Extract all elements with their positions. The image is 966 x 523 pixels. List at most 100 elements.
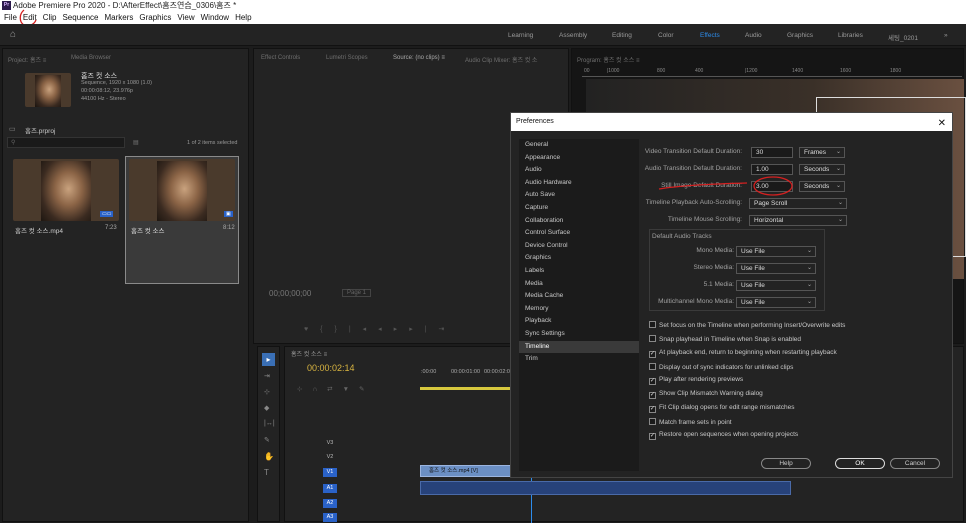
checkbox-box[interactable] [649,335,656,342]
workspace-tab-effects[interactable]: Effects [700,32,720,39]
menu-clip[interactable]: Clip [43,12,57,24]
cancel-button[interactable]: Cancel [890,458,940,469]
audio-clip-mixer-tab[interactable]: Audio Clip Mixer: 홈즈 컷 소 [465,55,537,64]
stereo-media-select[interactable]: Use File ⌄ [736,263,816,274]
help-button[interactable]: Help [761,458,811,469]
workspace-tab-learning[interactable]: Learning [508,32,533,39]
menu-markers[interactable]: Markers [105,12,134,24]
page-dropdown[interactable]: Page 1 [342,289,372,297]
checkmark-icon[interactable]: ✓ [649,433,656,440]
audio-transition-unit-select[interactable]: Seconds ⌄ [799,164,845,175]
category-audio-hardware[interactable]: Audio Hardware [519,177,639,190]
checkbox-restore-sequences[interactable]: ✓ Restore open sequences when opening pro… [649,431,798,440]
category-capture[interactable]: Capture [519,202,639,215]
menu-graphics[interactable]: Graphics [139,12,171,24]
type-tool-icon[interactable]: T [264,468,269,477]
workspace-tab-editing[interactable]: Editing [612,32,632,39]
workspace-tab-assembly[interactable]: Assembly [559,32,587,39]
source-timecode[interactable]: 00;00;00;00 [269,289,311,298]
multichannel-mono-select[interactable]: Use File ⌄ [736,297,816,308]
category-media-cache[interactable]: Media Cache [519,290,639,303]
category-media[interactable]: Media [519,278,639,291]
checkmark-icon[interactable]: ✓ [649,351,656,358]
track-label-v1[interactable]: V1 [323,468,337,477]
checkbox-box[interactable] [649,418,656,425]
close-icon[interactable]: ✕ [938,115,946,133]
category-appearance[interactable]: Appearance [519,152,639,165]
category-trim[interactable]: Trim [519,353,639,366]
track-select-tool-icon[interactable]: ⇥ [264,372,270,380]
workspace-tab-audio[interactable]: Audio [745,32,762,39]
category-general[interactable]: General [519,139,639,152]
category-sync-settings[interactable]: Sync Settings [519,328,639,341]
menu-help[interactable]: Help [235,12,251,24]
checkbox-fit-clip[interactable]: ✓ Fit Clip dialog opens for edit range mi… [649,404,794,413]
category-collaboration[interactable]: Collaboration [519,215,639,228]
ripple-edit-tool-icon[interactable]: ⊹ [264,388,270,396]
checkbox-box[interactable] [649,321,656,328]
checkbox-match-frame[interactable]: Match frame sets in point [649,418,732,426]
track-label-v3[interactable]: V3 [323,439,337,448]
ok-button[interactable]: OK [835,458,885,469]
transport-controls-icon[interactable]: ♥{}|◂◂▸▸|⇥ [304,325,456,333]
workspace-more-button[interactable]: » [944,32,948,39]
track-label-v2[interactable]: V2 [323,453,337,462]
project-search-input[interactable]: ⚲ [7,137,125,148]
still-image-unit-select[interactable]: Seconds ⌄ [799,181,845,192]
pen-tool-icon[interactable]: ✎ [264,436,270,444]
track-label-a1[interactable]: A1 [323,484,337,493]
category-playback[interactable]: Playback [519,315,639,328]
bin-icon[interactable]: ▤ [133,139,139,146]
checkmark-icon[interactable]: ✓ [649,392,656,399]
home-icon[interactable]: ⌂ [10,29,16,40]
workspace-tab-graphics[interactable]: Graphics [787,32,813,39]
checkbox-return-to-beginning[interactable]: ✓ At playback end, return to beginning wh… [649,349,837,358]
hand-tool-icon[interactable]: ✋ [264,452,274,461]
work-area-bar[interactable] [420,387,512,390]
workspace-tab-libraries[interactable]: Libraries [838,32,863,39]
checkbox-out-of-sync[interactable]: Display out of sync indicators for unlin… [649,363,793,371]
category-device-control[interactable]: Device Control [519,240,639,253]
track-label-a2[interactable]: A2 [323,499,337,508]
timeline-tab[interactable]: 홈즈 컷 소스 ≡ [291,349,327,358]
workspace-tab-custom[interactable]: 세팅_0201 [888,32,918,42]
category-timeline[interactable]: Timeline [519,340,639,354]
project-tab[interactable]: Project: 홈즈 ≡ [8,55,46,64]
program-tab[interactable]: Program: 홈즈 컷 소스 ≡ [577,55,639,64]
slip-tool-icon[interactable]: |↔| [264,420,275,427]
menu-window[interactable]: Window [201,12,229,24]
mouse-scroll-select[interactable]: Horizontal ⌄ [749,215,847,226]
workspace-tab-color[interactable]: Color [658,32,674,39]
checkbox-box[interactable] [649,363,656,370]
checkbox-clip-mismatch[interactable]: ✓ Show Clip Mismatch Warning dialog [649,390,763,399]
checkmark-icon[interactable]: ✓ [649,406,656,413]
category-labels[interactable]: Labels [519,265,639,278]
timeline-timecode[interactable]: 00:00:02:14 [307,363,355,373]
menu-file[interactable]: File [4,12,17,24]
checkbox-snap-playhead[interactable]: Snap playhead in Timeline when Snap is e… [649,335,801,343]
category-graphics[interactable]: Graphics [519,252,639,265]
mono-media-select[interactable]: Use File ⌄ [736,246,816,257]
autoscroll-select[interactable]: Page Scroll ⌄ [749,198,847,209]
checkbox-play-after-render[interactable]: ✓ Play after rendering previews [649,376,743,385]
source-tab[interactable]: Source: (no clips) ≡ [393,55,445,61]
effect-controls-tab[interactable]: Effect Controls [261,55,300,61]
media-thumbnail-sequence[interactable] [129,159,235,221]
51-media-select[interactable]: Use File ⌄ [736,280,816,291]
category-memory[interactable]: Memory [519,303,639,316]
timeline-tools-icon[interactable]: ⊹∩⇄▼✎ [297,385,374,393]
category-auto-save[interactable]: Auto Save [519,189,639,202]
razor-tool-icon[interactable]: ◆ [264,404,269,412]
video-clip-v1[interactable]: 홈즈 컷 소스.mp4 [V] [420,465,512,477]
selection-tool-icon[interactable]: ▸ [262,353,275,366]
track-label-a3[interactable]: A3 [323,513,337,522]
menu-sequence[interactable]: Sequence [62,12,98,24]
video-transition-input[interactable]: 30 [751,147,793,158]
audio-clip-a1[interactable] [420,481,791,495]
media-browser-tab[interactable]: Media Browser [71,55,111,61]
checkbox-focus-timeline[interactable]: Set focus on the Timeline when performin… [649,321,845,329]
menu-view[interactable]: View [177,12,194,24]
checkmark-icon[interactable]: ✓ [649,378,656,385]
video-transition-unit-select[interactable]: Frames ⌄ [799,147,845,158]
audio-transition-input[interactable]: 1.00 [751,164,793,175]
